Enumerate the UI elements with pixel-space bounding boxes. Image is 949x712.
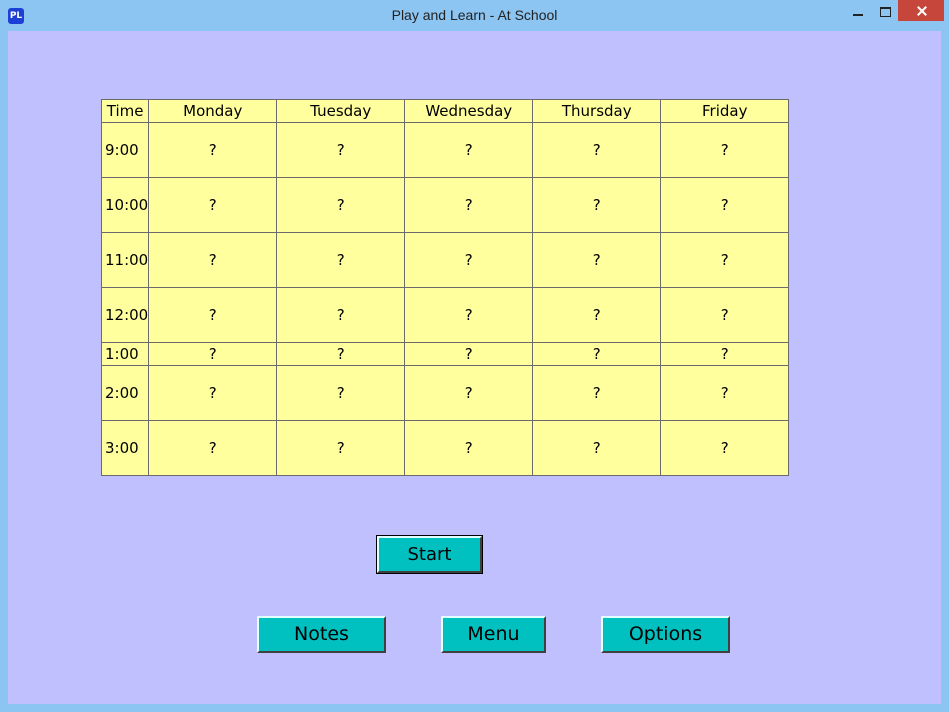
table-row: 1:00 ? ? ? ? ? [100, 342, 790, 366]
header-thursday: Thursday [532, 99, 662, 123]
close-button[interactable] [898, 0, 944, 21]
schedule-cell[interactable]: ? [404, 365, 534, 421]
schedule-cell[interactable]: ? [276, 287, 406, 343]
schedule-cell[interactable]: ? [404, 342, 534, 366]
header-time: Time [100, 99, 150, 123]
schedule-cell[interactable]: ? [148, 287, 278, 343]
schedule-cell[interactable]: ? [532, 287, 662, 343]
minimize-button[interactable] [846, 0, 870, 21]
options-button[interactable]: Options [601, 616, 730, 653]
schedule-cell[interactable]: ? [404, 177, 534, 233]
schedule-cell[interactable]: ? [532, 122, 662, 178]
schedule-cell[interactable]: ? [404, 420, 534, 476]
header-wednesday: Wednesday [404, 99, 534, 123]
schedule-cell[interactable]: ? [532, 420, 662, 476]
schedule-cell[interactable]: ? [660, 177, 790, 233]
schedule-cell[interactable]: ? [660, 342, 790, 366]
schedule-cell[interactable]: ? [404, 232, 534, 288]
schedule-cell[interactable]: ? [276, 365, 406, 421]
time-cell: 9:00 [100, 122, 150, 178]
schedule-cell[interactable]: ? [660, 122, 790, 178]
app-window: PL Play and Learn - At School Time Monda… [0, 0, 949, 712]
schedule-cell[interactable]: ? [148, 177, 278, 233]
table-row: 10:00 ? ? ? ? ? [100, 177, 790, 233]
schedule-cell[interactable]: ? [148, 365, 278, 421]
schedule-cell[interactable]: ? [532, 365, 662, 421]
time-cell: 3:00 [100, 420, 150, 476]
schedule-cell[interactable]: ? [532, 342, 662, 366]
schedule-cell[interactable]: ? [532, 232, 662, 288]
table-row: 11:00 ? ? ? ? ? [100, 232, 790, 288]
client-area: Time Monday Tuesday Wednesday Thursday F… [8, 31, 941, 704]
table-row: 12:00 ? ? ? ? ? [100, 287, 790, 343]
window-title: Play and Learn - At School [391, 7, 558, 23]
notes-button[interactable]: Notes [257, 616, 386, 653]
schedule-cell[interactable]: ? [276, 122, 406, 178]
menu-button[interactable]: Menu [441, 616, 546, 653]
schedule-cell[interactable]: ? [660, 232, 790, 288]
schedule-cell[interactable]: ? [532, 177, 662, 233]
title-bar[interactable]: PL Play and Learn - At School [0, 0, 949, 31]
start-button[interactable]: Start [376, 535, 483, 574]
time-cell: 12:00 [100, 287, 150, 343]
schedule-cell[interactable]: ? [276, 420, 406, 476]
schedule-cell[interactable]: ? [148, 122, 278, 178]
table-row: 9:00 ? ? ? ? ? [100, 122, 790, 178]
schedule-cell[interactable]: ? [404, 122, 534, 178]
time-cell: 10:00 [100, 177, 150, 233]
time-cell: 1:00 [100, 342, 150, 366]
schedule-cell[interactable]: ? [148, 342, 278, 366]
time-cell: 11:00 [100, 232, 150, 288]
schedule-cell[interactable]: ? [404, 287, 534, 343]
schedule-cell[interactable]: ? [276, 177, 406, 233]
schedule-cell[interactable]: ? [660, 365, 790, 421]
header-tuesday: Tuesday [276, 99, 406, 123]
timetable-header-row: Time Monday Tuesday Wednesday Thursday F… [100, 99, 790, 123]
table-row: 3:00 ? ? ? ? ? [100, 420, 790, 476]
maximize-button[interactable] [873, 0, 897, 21]
table-row: 2:00 ? ? ? ? ? [100, 365, 790, 421]
schedule-cell[interactable]: ? [276, 232, 406, 288]
time-cell: 2:00 [100, 365, 150, 421]
header-monday: Monday [148, 99, 278, 123]
schedule-cell[interactable]: ? [660, 420, 790, 476]
schedule-cell[interactable]: ? [276, 342, 406, 366]
schedule-cell[interactable]: ? [148, 232, 278, 288]
timetable: Time Monday Tuesday Wednesday Thursday F… [100, 99, 790, 476]
header-friday: Friday [660, 99, 790, 123]
schedule-cell[interactable]: ? [660, 287, 790, 343]
schedule-cell[interactable]: ? [148, 420, 278, 476]
